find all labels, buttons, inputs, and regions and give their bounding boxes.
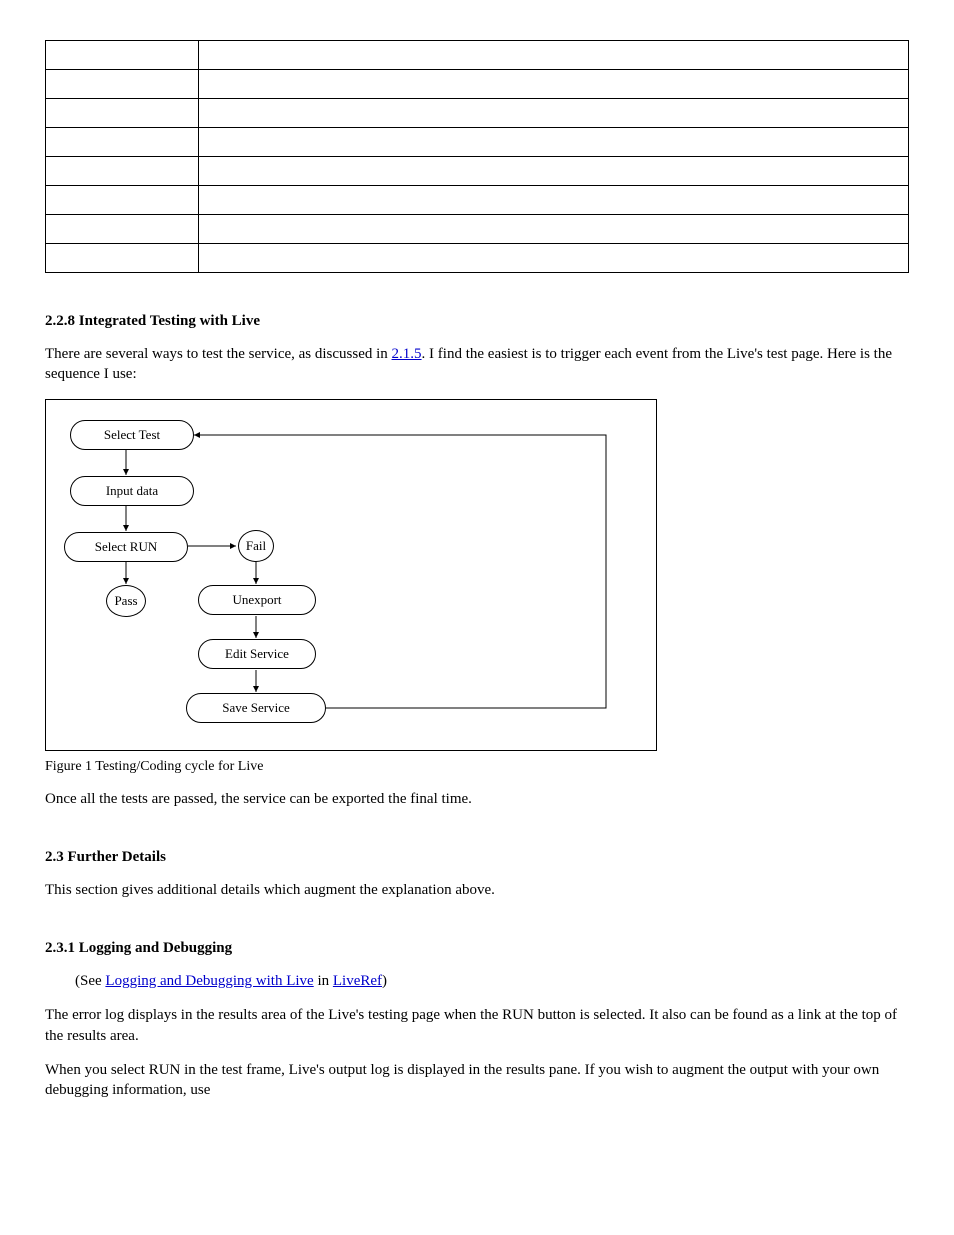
table-row xyxy=(46,128,909,157)
text: (See xyxy=(75,973,105,989)
table-cell xyxy=(199,215,909,244)
table-row xyxy=(46,157,909,186)
paragraph-logging-3: When you select RUN in the test frame, L… xyxy=(45,1060,909,1101)
table-cell xyxy=(46,215,199,244)
link-logging-debugging[interactable]: Logging and Debugging with Live xyxy=(105,973,313,989)
table-cell xyxy=(46,157,199,186)
paragraph-logging-1: (See Logging and Debugging with Live in … xyxy=(75,971,909,991)
table-cell xyxy=(199,128,909,157)
table-row xyxy=(46,186,909,215)
table-cell xyxy=(46,70,199,99)
table-row xyxy=(46,99,909,128)
link-ref-215[interactable]: 2.1.5 xyxy=(392,346,422,362)
flow-node-unexport: Unexport xyxy=(198,585,316,615)
text: There are several ways to test the servi… xyxy=(45,346,392,362)
paragraph-testing-1: There are several ways to test the servi… xyxy=(45,344,909,385)
paragraph-logging-2: The error log displays in the results ar… xyxy=(45,1005,909,1046)
flow-node-fail: Fail xyxy=(238,530,274,562)
table-row xyxy=(46,244,909,273)
paragraph-after-fig: Once all the tests are passed, the servi… xyxy=(45,789,909,809)
table-cell xyxy=(46,99,199,128)
table-cell xyxy=(199,244,909,273)
flow-node-input-data: Input data xyxy=(70,476,194,506)
heading-logging: 2.3.1 Logging and Debugging xyxy=(45,940,909,957)
figure-caption: Figure 1 Testing/Coding cycle for Live xyxy=(45,759,909,775)
flow-node-select-test: Select Test xyxy=(70,420,194,450)
table-row xyxy=(46,215,909,244)
table-cell xyxy=(46,128,199,157)
data-table xyxy=(45,40,909,273)
table-cell xyxy=(46,186,199,215)
table-cell xyxy=(46,244,199,273)
text: in xyxy=(314,973,333,989)
table-cell xyxy=(199,157,909,186)
paragraph-further-1: This section gives additional details wh… xyxy=(45,880,909,900)
table-row xyxy=(46,70,909,99)
table-cell xyxy=(46,41,199,70)
heading-testing: 2.2.8 Integrated Testing with Live xyxy=(45,313,909,330)
table-cell xyxy=(199,186,909,215)
table-cell xyxy=(199,70,909,99)
heading-further: 2.3 Further Details xyxy=(45,849,909,866)
flow-node-pass: Pass xyxy=(106,585,146,617)
table-row xyxy=(46,41,909,70)
flow-node-select-run: Select RUN xyxy=(64,532,188,562)
flowchart-figure: Select Test Input data Select RUN Pass F… xyxy=(45,399,657,751)
text: ) xyxy=(382,973,387,989)
table-cell xyxy=(199,99,909,128)
flow-node-edit-service: Edit Service xyxy=(198,639,316,669)
table-cell xyxy=(199,41,909,70)
flow-node-save-service: Save Service xyxy=(186,693,326,723)
link-liveref[interactable]: LiveRef xyxy=(333,973,382,989)
